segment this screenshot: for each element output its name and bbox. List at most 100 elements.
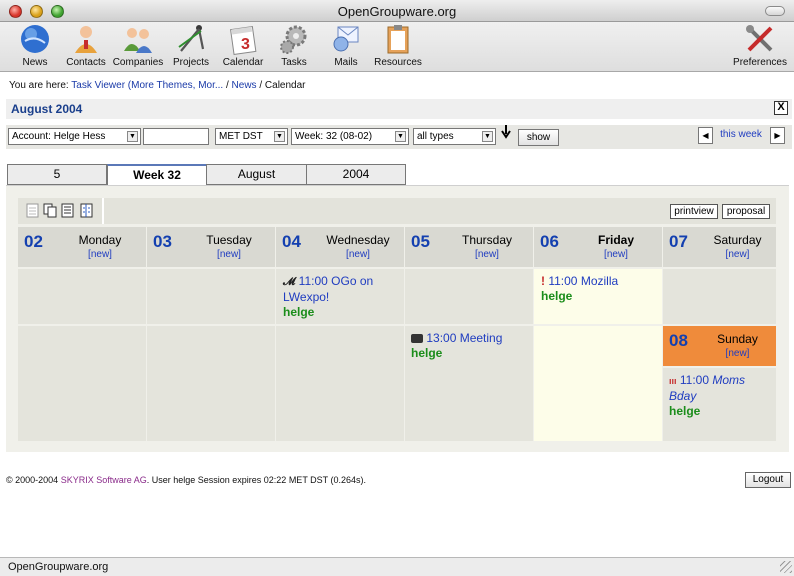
appointment-title-cont: LWexpo!	[283, 290, 330, 304]
day-overview-icon[interactable]	[26, 203, 40, 218]
footer-session-info: . User helge Session expires 02:22 MET D…	[146, 475, 367, 485]
day-cell-saturday[interactable]	[663, 269, 776, 324]
chevron-down-icon: ▼	[482, 131, 493, 142]
day-cell-tuesday[interactable]	[147, 269, 275, 324]
toolbar-mails[interactable]: Mails	[318, 23, 374, 68]
day-number: 02	[24, 232, 43, 251]
day-name: Wednesday	[326, 233, 390, 247]
day-cell-wednesday-lower[interactable]	[276, 326, 404, 441]
printview-button[interactable]: printview	[670, 204, 718, 219]
projects-compass-icon	[178, 25, 205, 52]
day-cell-sunday[interactable]: ııı 11:00 Moms Bday helge	[663, 368, 776, 441]
svg-text:3: 3	[241, 36, 250, 53]
breadcrumb-current: Calendar	[264, 80, 306, 91]
day-name: Sunday	[717, 332, 758, 346]
day-header-sunday: 08 Sunday [new]	[663, 326, 776, 366]
toolbar-companies[interactable]: Companies	[110, 23, 166, 68]
show-button[interactable]: show	[518, 129, 559, 146]
resize-grip-icon[interactable]	[780, 561, 792, 573]
prev-week-button[interactable]: ◀	[698, 127, 713, 144]
week-select[interactable]: Week: 32 (08-02) ▼	[291, 128, 409, 145]
appointment-mozilla[interactable]: ! 11:00 Mozilla helge	[541, 274, 658, 304]
day-cell-friday-lower[interactable]	[534, 326, 662, 441]
new-appointment-link[interactable]: [new]	[445, 249, 529, 260]
this-week-link[interactable]: this week	[715, 129, 767, 140]
new-appointment-link[interactable]: [new]	[58, 249, 142, 260]
mails-envelope-icon	[333, 26, 359, 52]
status-bar: OpenGroupware.org	[0, 557, 794, 576]
day-cell-thursday-lower[interactable]: 13:00 Meeting helge	[405, 326, 533, 441]
tab-day[interactable]: 5	[7, 164, 107, 185]
account-select[interactable]: Account: Helge Hess ▼	[8, 128, 141, 145]
proposal-button[interactable]: proposal	[722, 204, 770, 219]
toolbar-preferences-label: Preferences	[733, 57, 787, 68]
toolbar-calendar[interactable]: 3 Calendar	[215, 23, 271, 68]
day-name: Monday	[78, 233, 122, 247]
breadcrumb-separator: /	[259, 80, 263, 91]
appointment-title: 11:00 Mozilla	[548, 274, 619, 288]
week-overview-icon[interactable]	[43, 203, 57, 218]
appointment-owner: helge	[411, 346, 443, 360]
chevron-down-icon: ▼	[127, 131, 138, 142]
day-cell-tuesday-lower[interactable]	[147, 326, 275, 441]
search-input[interactable]	[143, 128, 209, 145]
contacts-person-icon	[75, 26, 97, 53]
tab-week[interactable]: Week 32	[107, 164, 207, 185]
toolbar-tasks-label: Tasks	[281, 57, 307, 68]
appointment-meeting[interactable]: 13:00 Meeting helge	[411, 331, 529, 361]
footer-company-link[interactable]: SKYRIX Software AG	[61, 475, 147, 485]
appointment-moms-bday[interactable]: ııı 11:00 Moms Bday helge	[669, 373, 772, 419]
appointment-title: 13:00 Meeting	[426, 331, 503, 345]
new-appointment-link[interactable]: [new]	[703, 249, 772, 260]
appointment-ogo-lwexpo[interactable]: 𝓜 11:00 OGo on LWexpo! helge	[283, 274, 400, 320]
toolbar-resources-label: Resources	[374, 57, 422, 68]
day-cell-thursday[interactable]	[405, 269, 533, 324]
list-view-icon[interactable]	[61, 203, 75, 218]
breadcrumb-link-task-viewer[interactable]: Task Viewer (More Themes, Mor...	[71, 80, 223, 91]
main-toolbar: News Contacts Companies Projects 3 Calen…	[0, 22, 794, 72]
breadcrumb-link-news[interactable]: News	[232, 80, 257, 91]
new-appointment-link[interactable]: [new]	[187, 249, 271, 260]
toolbar-toggle-button[interactable]	[765, 6, 785, 16]
calendar-panel: printview proposal 02 Monday [new] 03 Tu…	[6, 185, 789, 452]
tasks-gears-icon	[280, 25, 307, 54]
day-name: Thursday	[461, 233, 513, 247]
toolbar-tasks[interactable]: Tasks	[266, 23, 322, 68]
calendar-icon: 3	[230, 26, 257, 55]
new-appointment-link[interactable]: [new]	[574, 249, 658, 260]
chevron-down-icon: ▼	[274, 131, 285, 142]
footer: © 2000-2004 SKYRIX Software AG. User hel…	[6, 475, 366, 485]
logout-button[interactable]: Logout	[745, 472, 791, 488]
day-number: 03	[153, 232, 172, 251]
new-appointment-link[interactable]: [new]	[316, 249, 400, 260]
column-view-icon[interactable]	[80, 203, 94, 218]
news-globe-icon	[21, 25, 49, 53]
close-section-button[interactable]: X	[774, 101, 788, 115]
timezone-select[interactable]: MET DST ▼	[215, 128, 288, 145]
type-select[interactable]: all types ▼	[413, 128, 496, 145]
day-header-monday: 02 Monday [new]	[18, 227, 146, 267]
day-cell-wednesday[interactable]: 𝓜 11:00 OGo on LWexpo! helge	[276, 269, 404, 324]
meeting-camera-icon	[411, 334, 423, 344]
preferences-tools-icon	[746, 25, 773, 52]
next-week-button[interactable]: ▶	[770, 127, 785, 144]
day-cell-monday[interactable]	[18, 269, 146, 324]
toolbar-resources[interactable]: Resources	[370, 23, 426, 68]
toolbar-contacts[interactable]: Contacts	[58, 23, 114, 68]
tab-year[interactable]: 2004	[306, 164, 406, 185]
new-appointment-link[interactable]: [new]	[703, 348, 772, 359]
toolbar-contacts-label: Contacts	[66, 57, 106, 68]
toolbar-preferences[interactable]: Preferences	[728, 23, 792, 68]
day-number: 05	[411, 232, 430, 251]
account-select-value: Account: Helge Hess	[12, 131, 106, 142]
day-name: Friday	[597, 233, 634, 247]
day-header-thursday: 05 Thursday [new]	[405, 227, 533, 267]
toolbar-projects[interactable]: Projects	[163, 23, 219, 68]
day-cell-monday-lower[interactable]	[18, 326, 146, 441]
tab-month[interactable]: August	[206, 164, 307, 185]
toolbar-companies-label: Companies	[112, 57, 164, 68]
section-header: August 2004 X	[6, 99, 792, 119]
toolbar-news[interactable]: News	[7, 23, 63, 68]
day-header-tuesday: 03 Tuesday [new]	[147, 227, 275, 267]
day-cell-friday[interactable]: ! 11:00 Mozilla helge	[534, 269, 662, 324]
